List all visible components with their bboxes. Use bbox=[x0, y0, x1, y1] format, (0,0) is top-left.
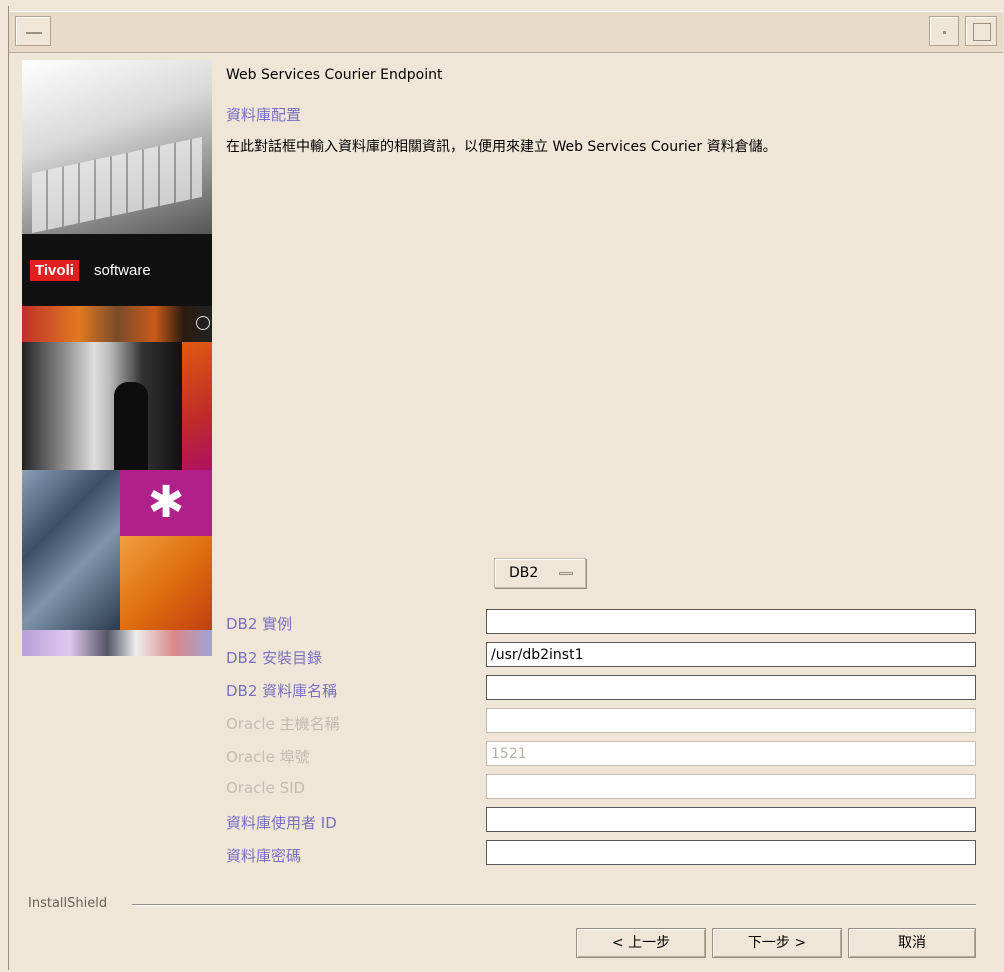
maximize-icon bbox=[973, 23, 991, 41]
banner-orange-texture bbox=[120, 536, 212, 630]
asterisk-icon: ✱ bbox=[147, 477, 185, 528]
dropdown-indicator-icon bbox=[559, 572, 573, 575]
title-bar bbox=[9, 11, 1003, 53]
maximize-button[interactable] bbox=[965, 16, 997, 46]
installshield-label: InstallShield bbox=[28, 896, 108, 911]
oracle-host-field[interactable] bbox=[486, 708, 976, 733]
oracle-port-field[interactable] bbox=[486, 741, 976, 766]
db-user-id-label: 資料庫使用者 ID bbox=[226, 814, 337, 832]
db-password-field[interactable] bbox=[486, 840, 976, 865]
oracle-host-label: Oracle 主機名稱 bbox=[226, 715, 340, 733]
db2-install-dir-field[interactable] bbox=[486, 642, 976, 667]
banner-highway-photo bbox=[22, 470, 120, 630]
db2-install-dir-label: DB2 安裝目錄 bbox=[226, 649, 323, 667]
db-password-label: 資料庫密碼 bbox=[226, 847, 302, 865]
tivoli-logo-red: Tivoli bbox=[30, 260, 79, 281]
db-user-id-field[interactable] bbox=[486, 807, 976, 832]
minimize-button[interactable] bbox=[929, 16, 959, 46]
next-button[interactable]: 下一步 > bbox=[712, 928, 842, 958]
db2-instance-label: DB2 實例 bbox=[226, 615, 293, 633]
banner-bottom-strip bbox=[22, 630, 212, 656]
database-type-value: DB2 bbox=[509, 565, 539, 581]
db2-instance-field[interactable] bbox=[486, 609, 976, 634]
oracle-sid-label: Oracle SID bbox=[226, 779, 306, 797]
footer-divider bbox=[132, 904, 976, 906]
oracle-port-label: Oracle 埠號 bbox=[226, 748, 310, 766]
side-banner-image: Tivoli software ✱ bbox=[22, 60, 212, 656]
banner-orange-panel bbox=[182, 342, 212, 470]
window-menu-icon bbox=[26, 32, 42, 34]
product-name: Web Services Courier Endpoint bbox=[226, 67, 443, 83]
database-type-select[interactable]: DB2 bbox=[494, 558, 586, 588]
oracle-sid-field[interactable] bbox=[486, 774, 976, 799]
cancel-button[interactable]: 取消 bbox=[848, 928, 976, 958]
back-button[interactable]: < 上一步 bbox=[576, 928, 706, 958]
tivoli-logo: Tivoli software bbox=[22, 234, 212, 306]
step-title: 資料庫配置 bbox=[226, 106, 302, 124]
window-menu-button[interactable] bbox=[15, 16, 51, 46]
globe-icon bbox=[196, 316, 210, 330]
banner-doorway-photo bbox=[22, 342, 182, 470]
db2-db-name-label: DB2 資料庫名稱 bbox=[226, 682, 338, 700]
banner-keyboard-photo bbox=[22, 60, 212, 234]
minimize-icon bbox=[943, 31, 946, 34]
banner-color-strip bbox=[22, 306, 212, 342]
db2-db-name-field[interactable] bbox=[486, 675, 976, 700]
step-description: 在此對話框中輸入資料庫的相關資訊，以便用來建立 Web Services Cou… bbox=[226, 139, 777, 155]
tivoli-logo-software: software bbox=[94, 262, 151, 279]
